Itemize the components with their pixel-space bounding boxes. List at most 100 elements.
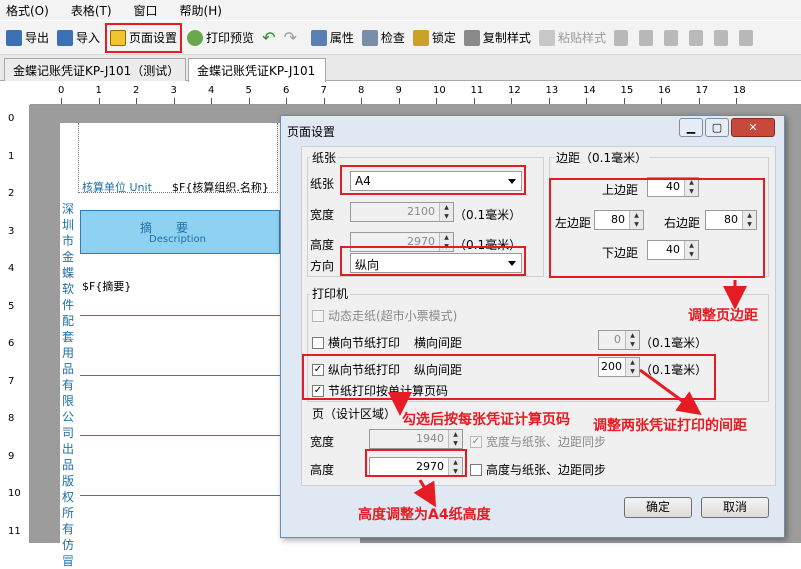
spinner-icon[interactable]: ▲ ▼ bbox=[625, 331, 639, 349]
ruler-tick-label: 4 bbox=[8, 263, 15, 274]
ruler-tick-label: 5 bbox=[245, 85, 252, 96]
check-button[interactable]: 检查 bbox=[359, 26, 408, 50]
minimize-button[interactable]: ▁ bbox=[679, 118, 703, 137]
unit-field[interactable]: $F{核算组织.名称} bbox=[172, 179, 269, 195]
ruler-tick bbox=[61, 98, 62, 104]
align-icon-6[interactable] bbox=[736, 26, 759, 50]
ruler-tick-label: 7 bbox=[320, 85, 327, 96]
ruler-tick-label: 8 bbox=[8, 413, 15, 424]
import-button[interactable]: 导入 bbox=[54, 26, 103, 50]
spinner-icon[interactable]: ▲ ▼ bbox=[439, 203, 453, 221]
redo-button[interactable]: ↷ bbox=[280, 26, 299, 50]
ruler-tick-label: 17 bbox=[695, 85, 709, 96]
paper-highlight bbox=[340, 165, 526, 195]
design-width-label: 宽度 bbox=[310, 435, 335, 449]
print-preview-icon bbox=[187, 29, 204, 46]
horizontal-save-print-checkbox[interactable]: 横向节纸打印 bbox=[312, 334, 400, 351]
document-tabs: 金蝶记账凭证KP-J101（测试） 金蝶记账凭证KP-J101 bbox=[0, 55, 801, 82]
table-line bbox=[80, 435, 280, 436]
align-icon-1[interactable] bbox=[611, 26, 634, 50]
toolbar: 导出 导入 页面设置 打印预览 ↶ ↷ 属性 检查 锁定 复制样式 粘贴样式 bbox=[0, 21, 801, 55]
margin-group-title: 边距（0.1毫米） bbox=[554, 149, 650, 166]
print-preview-button[interactable]: 打印预览 bbox=[184, 26, 257, 50]
export-button[interactable]: 导出 bbox=[3, 26, 52, 50]
tab-test-voucher[interactable]: 金蝶记账凭证KP-J101（测试） bbox=[4, 58, 186, 81]
ruler-tick-label: 16 bbox=[658, 85, 671, 96]
paper-width-input[interactable]: 2100 ▲ ▼ bbox=[350, 202, 454, 222]
ruler-tick-label: 6 bbox=[283, 85, 290, 96]
ruler-tick-label: 5 bbox=[8, 300, 15, 312]
ruler-tick-label: 8 bbox=[358, 85, 365, 96]
menu-help[interactable]: 帮助(H) bbox=[180, 2, 222, 19]
ruler-tick-label: 10 bbox=[433, 85, 446, 96]
ruler-tick-label: 1 bbox=[8, 150, 15, 162]
ruler-tick bbox=[623, 98, 625, 104]
ruler-tick-label: 12 bbox=[508, 85, 521, 96]
ruler-tick bbox=[586, 98, 587, 104]
ruler-tick bbox=[248, 98, 250, 104]
annotation-margins: 调整页边距 bbox=[688, 308, 758, 324]
close-button[interactable]: ✕ bbox=[731, 118, 775, 137]
unit-label[interactable]: 核算单位 Unit bbox=[82, 179, 152, 195]
table-line bbox=[80, 375, 280, 376]
ruler-tick-label: 11 bbox=[470, 85, 484, 96]
vertical-ruler: 0 1 2 3 4 5 6 7 8 9 10 11 bbox=[0, 105, 30, 543]
design-height-label: 高度 bbox=[310, 463, 335, 477]
properties-icon bbox=[310, 29, 327, 46]
copy-style-icon bbox=[463, 29, 480, 46]
ruler-tick-label: 3 bbox=[8, 225, 15, 237]
menu-format[interactable]: 格式(O) bbox=[6, 2, 49, 19]
ruler-tick bbox=[98, 98, 100, 104]
annotation-height: 高度调整为A4纸高度 bbox=[358, 507, 491, 523]
paper-label: 纸张 bbox=[310, 177, 335, 191]
cancel-button[interactable]: 取消 bbox=[701, 497, 769, 518]
sync-width-checkbox[interactable]: ✓ 宽度与纸张、边距同步 bbox=[470, 433, 606, 450]
ruler-tick bbox=[173, 98, 175, 104]
ruler-tick bbox=[436, 98, 437, 104]
horizontal-gap-label: 横向间距 bbox=[414, 336, 463, 350]
ok-button[interactable]: 确定 bbox=[624, 497, 692, 518]
sync-height-checkbox[interactable]: 高度与纸张、边距同步 bbox=[470, 461, 606, 478]
ruler-tick bbox=[361, 98, 362, 104]
export-icon bbox=[6, 29, 22, 46]
ruler-tick-label: 0 bbox=[58, 85, 65, 96]
copy-style-button[interactable]: 复制样式 bbox=[461, 26, 534, 50]
tab-voucher[interactable]: 金蝶记账凭证KP-J101 bbox=[188, 58, 326, 82]
ruler-tick-label: 3 bbox=[170, 85, 177, 96]
align-icon-3[interactable] bbox=[661, 26, 684, 50]
design-width-input[interactable]: 1940 ▲ ▼ bbox=[369, 429, 463, 449]
horizontal-gap-input[interactable]: 0 ▲ ▼ bbox=[598, 330, 640, 350]
align-icon-4[interactable] bbox=[686, 26, 709, 50]
ruler-tick bbox=[323, 98, 325, 104]
ruler-tick-label: 14 bbox=[583, 85, 596, 96]
page-setup-button[interactable]: 页面设置 bbox=[105, 22, 183, 53]
paste-style-button[interactable]: 粘贴样式 bbox=[536, 26, 609, 50]
undo-button[interactable]: ↶ bbox=[259, 26, 278, 50]
annotation-gap: 调整两张凭证打印的间距 bbox=[593, 418, 747, 434]
ruler-tick-label: 11 bbox=[8, 525, 21, 537]
align-icon-5[interactable] bbox=[711, 26, 734, 50]
ruler-tick-label: 15 bbox=[620, 85, 634, 96]
properties-button[interactable]: 属性 bbox=[308, 26, 357, 50]
ruler-tick bbox=[548, 98, 550, 104]
align-icon-2[interactable] bbox=[636, 26, 659, 50]
import-icon bbox=[57, 29, 74, 46]
menu-window[interactable]: 窗口 bbox=[134, 2, 158, 19]
ruler-tick bbox=[136, 98, 137, 104]
lock-button[interactable]: 锁定 bbox=[410, 26, 459, 50]
summary-field[interactable]: $F{摘要} bbox=[82, 278, 131, 294]
ruler-tick-label: 10 bbox=[8, 488, 21, 499]
ruler-tick bbox=[661, 98, 662, 104]
ruler-tick-label: 1 bbox=[95, 85, 102, 96]
maximize-button[interactable]: ▢ bbox=[705, 118, 729, 137]
paper-group-title: 纸张 bbox=[310, 149, 339, 166]
menubar: 格式(O) 表格(T) 窗口 帮助(H) bbox=[0, 0, 801, 20]
ruler-tick bbox=[736, 98, 737, 104]
horizontal-gap-unit: （0.1毫米） bbox=[640, 336, 708, 350]
spinner-icon[interactable]: ▲ ▼ bbox=[448, 430, 462, 448]
ruler-tick-label: 0 bbox=[8, 113, 15, 124]
menu-table[interactable]: 表格(T) bbox=[71, 2, 112, 19]
design-group-title: 页（设计区域） bbox=[310, 405, 399, 422]
ruler-tick-label: 4 bbox=[208, 85, 215, 96]
dynamic-paper-checkbox[interactable]: 动态走纸(超市小票模式) bbox=[312, 307, 457, 324]
